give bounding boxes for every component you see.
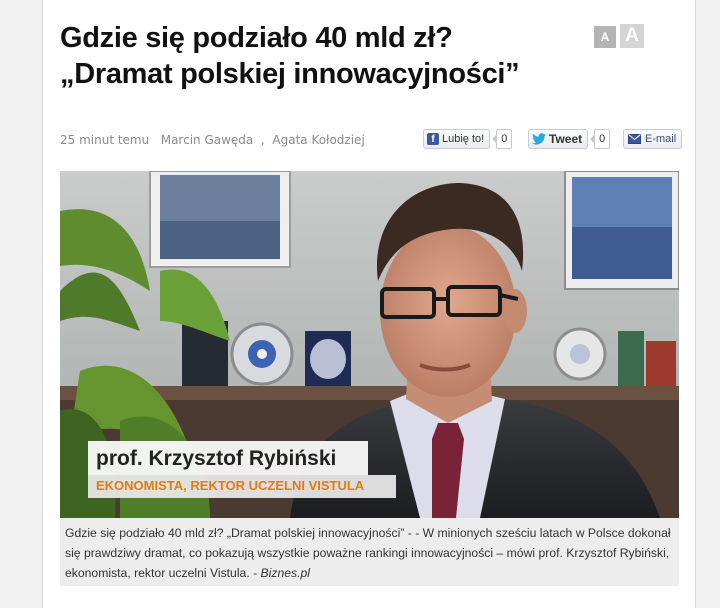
facebook-icon: f	[427, 133, 439, 145]
speaker-role: EKONOMISTA, REKTOR UCZELNI VISTULA	[88, 475, 396, 498]
author-link[interactable]: Marcin Gawęda	[161, 133, 254, 147]
article-video-still[interactable]: prof. Krzysztof Rybiński EKONOMISTA, REK…	[60, 171, 679, 518]
article-container: Gdzie się podziało 40 mld zł? „Dramat po…	[42, 0, 696, 608]
email-share-button[interactable]: E-mail	[623, 129, 683, 149]
tweet-button[interactable]: Tweet	[528, 129, 589, 149]
tweet-count: 0	[590, 129, 611, 149]
publish-time: 25 minut temu	[60, 133, 150, 147]
author-separator: ,	[257, 133, 269, 147]
envelope-icon	[628, 134, 641, 144]
caption-source: Biznes.pl	[260, 566, 310, 580]
facebook-like-label: Lubię to!	[442, 133, 485, 145]
facebook-like-count: 0	[492, 129, 513, 149]
article-title-line-1: Gdzie się podziało 40 mld zł?	[60, 22, 453, 54]
twitter-widget: Tweet 0	[528, 129, 611, 149]
speaker-name: prof. Krzysztof Rybiński	[88, 441, 368, 475]
video-caption: Gdzie się podziało 40 mld zł? „Dramat po…	[60, 518, 679, 586]
twitter-bird-icon	[532, 133, 546, 145]
increase-font-button[interactable]: A	[620, 24, 644, 48]
facebook-like-widget: f Lubię to! 0	[423, 129, 513, 149]
caption-text: Gdzie się podziało 40 mld zł? „Dramat po…	[65, 526, 671, 580]
article-meta: 25 minut temu Marcin Gawęda , Agata Koło…	[60, 133, 365, 147]
author-link[interactable]: Agata Kołodziej	[272, 133, 364, 147]
font-size-controls: A A	[594, 24, 644, 48]
article-title-line-2: „Dramat polskiej innowacyjności”	[60, 58, 520, 90]
video-lower-third: prof. Krzysztof Rybiński EKONOMISTA, REK…	[88, 441, 396, 498]
facebook-like-button[interactable]: f Lubię to!	[423, 129, 491, 149]
article-title: Gdzie się podziało 40 mld zł? „Dramat po…	[60, 20, 580, 92]
decrease-font-button[interactable]: A	[594, 26, 616, 48]
email-share-widget: E-mail	[623, 129, 683, 149]
email-label: E-mail	[645, 133, 677, 145]
tweet-label: Tweet	[549, 132, 583, 146]
